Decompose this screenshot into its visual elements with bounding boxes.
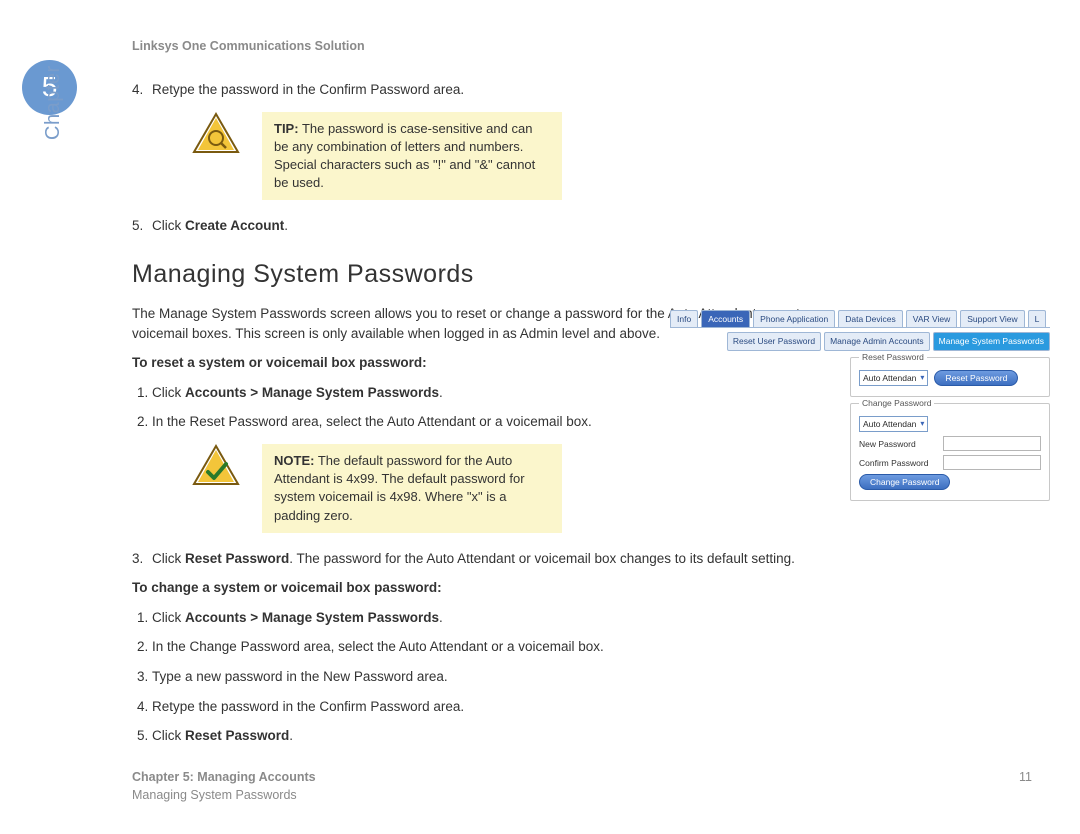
footer: Chapter 5: Managing Accounts Managing Sy… <box>132 761 1032 804</box>
tip-box: TIP: The password is case-sensitive and … <box>262 112 562 201</box>
change-s5-bold: Reset Password <box>185 728 289 743</box>
check-triangle-icon <box>192 444 240 486</box>
header-divider <box>132 56 1032 57</box>
change-step-1: Click Accounts > Manage System Passwords… <box>152 608 862 628</box>
chapter-side-label: Chapter <box>39 65 68 140</box>
step-4: Retype the password in the Confirm Passw… <box>152 80 862 100</box>
change-s4-text: Retype the password in the Confirm Passw… <box>152 699 464 714</box>
reset-s3-post: . The password for the Auto Attendant or… <box>289 551 795 566</box>
change-password-button[interactable]: Change Password <box>859 474 950 490</box>
reset-step-3: Click Reset Password. The password for t… <box>152 549 862 569</box>
subtab-reset-user-password[interactable]: Reset User Password <box>727 332 821 350</box>
reset-s3-bold: Reset Password <box>185 551 289 566</box>
reset-s3-pre: Click <box>152 551 185 566</box>
change-step-3: Type a new password in the New Password … <box>152 667 862 687</box>
change-target-select[interactable]: Auto Attendan ▾ <box>859 416 928 432</box>
reset-s2-text: In the Reset Password area, select the A… <box>152 414 592 429</box>
change-s1-bold: Accounts > Manage System Passwords <box>185 610 439 625</box>
fieldset-change-password: Change Password Auto Attendan ▾ New Pass… <box>850 403 1050 502</box>
fieldset-reset-password: Reset Password Auto Attendan ▾ Reset Pas… <box>850 357 1050 397</box>
footer-chapter: Chapter 5: Managing Accounts <box>132 768 316 786</box>
note-callout: NOTE: The default password for the Auto … <box>192 444 562 533</box>
reset-s1-bold: Accounts > Manage System Passwords <box>185 385 439 400</box>
fieldset-change-title: Change Password <box>859 397 934 409</box>
tab-phone-application[interactable]: Phone Application <box>753 310 835 327</box>
tab-data-devices[interactable]: Data Devices <box>838 310 903 327</box>
change-select-value: Auto Attendan <box>863 418 916 430</box>
confirm-password-input[interactable] <box>943 455 1041 470</box>
page-number: 11 <box>1019 768 1032 804</box>
step-5-pre: Click <box>152 218 185 233</box>
tip-text: The password is case-sensitive and can b… <box>274 121 535 191</box>
section-heading: Managing System Passwords <box>132 256 862 292</box>
warning-triangle-icon <box>192 112 240 154</box>
footer-row: Chapter 5: Managing Accounts Managing Sy… <box>132 768 1032 804</box>
embedded-ui-panel: Info Accounts Phone Application Data Dev… <box>670 310 1050 507</box>
change-step-4: Retype the password in the Confirm Passw… <box>152 697 862 717</box>
new-password-input[interactable] <box>943 436 1041 451</box>
change-s1-post: . <box>439 610 443 625</box>
continued-steps-list: Retype the password in the Confirm Passw… <box>132 80 862 100</box>
subtab-manage-admin-accounts[interactable]: Manage Admin Accounts <box>824 332 930 350</box>
change-step-2: In the Change Password area, select the … <box>152 637 862 657</box>
confirm-password-label: Confirm Password <box>859 457 937 469</box>
running-header: Linksys One Communications Solution <box>132 37 365 55</box>
new-password-row: New Password <box>859 436 1041 451</box>
tab-var-view[interactable]: VAR View <box>906 310 957 327</box>
reset-s1-post: . <box>439 385 443 400</box>
change-step-5: Click Reset Password. <box>152 726 862 746</box>
reset-password-button[interactable]: Reset Password <box>934 370 1018 386</box>
step-4-text: Retype the password in the Confirm Passw… <box>152 82 464 97</box>
change-select-row: Auto Attendan ▾ <box>859 416 1041 432</box>
change-s5-post: . <box>289 728 293 743</box>
new-password-label: New Password <box>859 438 937 450</box>
tip-label: TIP: <box>274 121 299 136</box>
change-s5-pre: Click <box>152 728 185 743</box>
reset-s1-pre: Click <box>152 385 185 400</box>
change-subheading: To change a system or voicemail box pass… <box>132 578 862 598</box>
fieldset-reset-title: Reset Password <box>859 351 927 363</box>
chevron-down-icon: ▾ <box>920 372 924 384</box>
tip-callout: TIP: The password is case-sensitive and … <box>192 112 562 201</box>
main-tabs-row: Info Accounts Phone Application Data Dev… <box>670 310 1050 328</box>
reset-target-select[interactable]: Auto Attendan ▾ <box>859 370 928 386</box>
step-5-post: . <box>284 218 288 233</box>
footer-section: Managing System Passwords <box>132 786 316 804</box>
reset-select-row: Auto Attendan ▾ Reset Password <box>859 370 1041 386</box>
tab-info[interactable]: Info <box>670 310 698 327</box>
continued-steps-list-2: Click Create Account. <box>132 216 862 236</box>
tab-overflow[interactable]: L <box>1028 310 1047 327</box>
footer-left: Chapter 5: Managing Accounts Managing Sy… <box>132 768 316 804</box>
change-steps-list: Click Accounts > Manage System Passwords… <box>132 608 862 746</box>
document-page: 5 Chapter Linksys One Communications Sol… <box>0 0 1080 834</box>
tab-accounts[interactable]: Accounts <box>701 310 750 327</box>
note-box: NOTE: The default password for the Auto … <box>262 444 562 533</box>
tab-support-view[interactable]: Support View <box>960 310 1024 327</box>
step-5: Click Create Account. <box>152 216 862 236</box>
subtab-manage-system-passwords[interactable]: Manage System Passwords <box>933 332 1050 350</box>
reset-select-value: Auto Attendan <box>863 372 916 384</box>
note-label: NOTE: <box>274 453 314 468</box>
change-button-row: Change Password <box>859 474 1041 490</box>
reset-steps-cont: Click Reset Password. The password for t… <box>132 549 862 569</box>
change-s3-text: Type a new password in the New Password … <box>152 669 448 684</box>
sub-tabs-row: Reset User Password Manage Admin Account… <box>670 332 1050 350</box>
step-5-bold: Create Account <box>185 218 284 233</box>
confirm-password-row: Confirm Password <box>859 455 1041 470</box>
chevron-down-icon: ▾ <box>920 418 924 430</box>
footer-divider <box>132 761 1032 762</box>
change-s2-text: In the Change Password area, select the … <box>152 639 604 654</box>
settings-column: Reset Password Auto Attendan ▾ Reset Pas… <box>850 357 1050 502</box>
change-s1-pre: Click <box>152 610 185 625</box>
